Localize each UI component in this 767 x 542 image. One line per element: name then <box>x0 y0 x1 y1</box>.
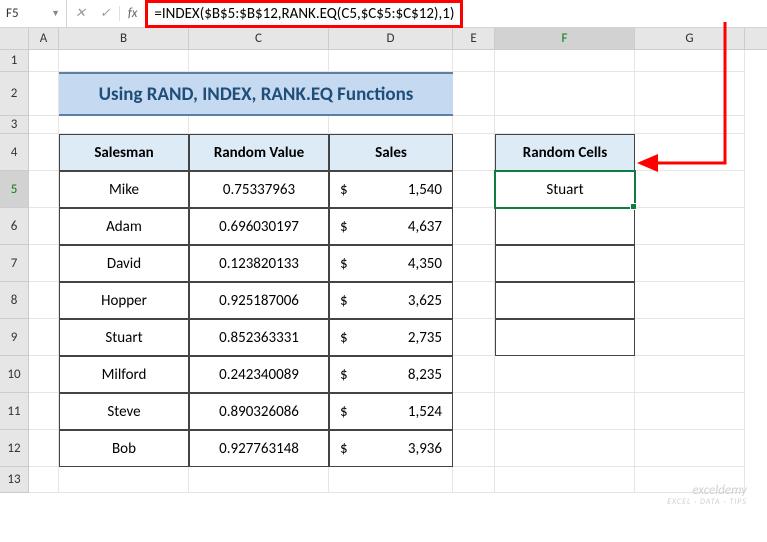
cell-sales[interactable]: $8,235 <box>329 356 453 393</box>
header-sales[interactable]: Sales <box>329 134 453 171</box>
row-header-12[interactable]: 12 <box>0 430 29 467</box>
row-header-11[interactable]: 11 <box>0 393 29 430</box>
cell-salesman[interactable]: Hopper <box>59 282 189 319</box>
col-header-A[interactable]: A <box>29 28 59 49</box>
cell-random-cells[interactable] <box>495 282 635 319</box>
cell-salesman[interactable]: David <box>59 245 189 282</box>
watermark-line1: exceldemy <box>667 483 747 499</box>
row-header-1[interactable]: 1 <box>0 50 29 72</box>
table-row: Stuart0.852363331$2,735 <box>29 319 767 356</box>
cell-sales[interactable]: $1,540 <box>329 171 453 208</box>
formula-buttons: ✕ ✓ <box>67 6 120 21</box>
cell-random-cells[interactable] <box>495 245 635 282</box>
col-header-E[interactable]: E <box>453 28 495 49</box>
row-header-7[interactable]: 7 <box>0 245 29 282</box>
row-header-2[interactable]: 2 <box>0 72 29 116</box>
row-header-3[interactable]: 3 <box>0 116 29 134</box>
col-header-B[interactable]: B <box>59 28 189 49</box>
col-header-G[interactable]: G <box>635 28 745 49</box>
table-row: Steve0.890326086$1,524 <box>29 393 767 430</box>
confirm-icon[interactable]: ✓ <box>100 6 111 21</box>
cell-random-cells[interactable] <box>495 319 635 356</box>
cell-random-value[interactable]: 0.890326086 <box>189 393 329 430</box>
row-header-8[interactable]: 8 <box>0 282 29 319</box>
cell-random-value[interactable]: 0.242340089 <box>189 356 329 393</box>
cell-random-cells[interactable]: Stuart <box>495 171 635 208</box>
name-box-value: F5 <box>6 6 19 21</box>
cell-salesman[interactable]: Steve <box>59 393 189 430</box>
cell-random-value[interactable]: 0.75337963 <box>189 171 329 208</box>
table-row: David0.123820133$4,350 <box>29 245 767 282</box>
cell-sales[interactable]: $4,350 <box>329 245 453 282</box>
col-header-C[interactable]: C <box>189 28 329 49</box>
table-row: Mike0.75337963$1,540 Stuart <box>29 171 767 208</box>
name-box-dropdown-icon[interactable]: ▼ <box>51 8 60 19</box>
row-header-13[interactable]: 13 <box>0 467 29 493</box>
header-random-value[interactable]: Random Value <box>189 134 329 171</box>
table-row: Milford0.242340089$8,235 <box>29 356 767 393</box>
col-header-F[interactable]: F <box>495 28 635 49</box>
cell-sales[interactable]: $2,735 <box>329 319 453 356</box>
watermark: exceldemy EXCEL · DATA · TIPS <box>667 483 747 508</box>
row-headers: 1 2 3 4 5 6 7 8 9 10 11 12 13 <box>0 50 29 493</box>
cell-sales[interactable]: $3,625 <box>329 282 453 319</box>
col-header-D[interactable]: D <box>329 28 453 49</box>
table-row: Bob0.927763148$3,936 <box>29 430 767 467</box>
formula-input[interactable]: =INDEX($B$5:$B$12,RANK.EQ(C5,$C$5:$C$12)… <box>145 0 463 28</box>
watermark-line2: EXCEL · DATA · TIPS <box>667 498 747 508</box>
title-cell[interactable]: Using RAND, INDEX, RANK.EQ Functions <box>59 72 453 116</box>
cell-random-value[interactable]: 0.696030197 <box>189 208 329 245</box>
cell-salesman[interactable]: Stuart <box>59 319 189 356</box>
row-header-10[interactable]: 10 <box>0 356 29 393</box>
fx-icon[interactable]: fx <box>120 6 146 21</box>
cell-salesman[interactable]: Mike <box>59 171 189 208</box>
name-box[interactable]: F5 ▼ <box>0 0 67 27</box>
fill-handle[interactable] <box>630 203 637 210</box>
row-header-6[interactable]: 6 <box>0 208 29 245</box>
formula-bar: F5 ▼ ✕ ✓ fx =INDEX($B$5:$B$12,RANK.EQ(C5… <box>0 0 767 28</box>
cells-area[interactable]: Using RAND, INDEX, RANK.EQ Functions Sal… <box>29 50 767 493</box>
cell-sales[interactable]: $1,524 <box>329 393 453 430</box>
cell-random-value[interactable]: 0.927763148 <box>189 430 329 467</box>
row-header-5[interactable]: 5 <box>0 171 29 208</box>
cell-salesman[interactable]: Adam <box>59 208 189 245</box>
row-header-9[interactable]: 9 <box>0 319 29 356</box>
header-random-cells[interactable]: Random Cells <box>495 134 635 171</box>
formula-input-wrap: =INDEX($B$5:$B$12,RANK.EQ(C5,$C$5:$C$12)… <box>145 0 767 27</box>
grid: 1 2 3 4 5 6 7 8 9 10 11 12 13 Using RAND… <box>0 50 767 493</box>
select-all[interactable] <box>0 28 29 49</box>
cell-random-value[interactable]: 0.925187006 <box>189 282 329 319</box>
cell-salesman[interactable]: Milford <box>59 356 189 393</box>
cell-sales[interactable]: $3,936 <box>329 430 453 467</box>
table-row: Hopper0.925187006$3,625 <box>29 282 767 319</box>
cell-sales[interactable]: $4,637 <box>329 208 453 245</box>
column-headers: A B C D E F G <box>0 28 767 50</box>
row-header-4[interactable]: 4 <box>0 134 29 171</box>
table-row: Adam0.696030197$4,637 <box>29 208 767 245</box>
cell-salesman[interactable]: Bob <box>59 430 189 467</box>
cell-random-value[interactable]: 0.852363331 <box>189 319 329 356</box>
header-salesman[interactable]: Salesman <box>59 134 189 171</box>
cancel-icon[interactable]: ✕ <box>75 6 86 21</box>
cell-random-cells[interactable] <box>495 208 635 245</box>
cell-random-value[interactable]: 0.123820133 <box>189 245 329 282</box>
